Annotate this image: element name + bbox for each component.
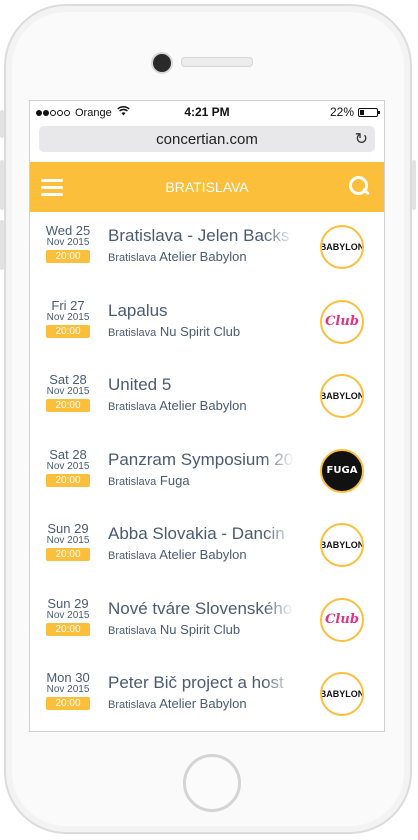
- event-month: Nov 2015: [46, 311, 90, 323]
- text-fade: [264, 299, 294, 339]
- event-time-badge: 20:00: [46, 399, 90, 412]
- venue-logo[interactable]: Club: [320, 597, 364, 642]
- venue-logo-text: Club: [325, 612, 359, 627]
- event-list-item[interactable]: Sat 28 Nov 2015 20:00 Panzram Symposium 20 B…: [30, 436, 384, 511]
- event-day: Sat 28: [49, 446, 87, 462]
- text-fade: [264, 672, 294, 711]
- event-day: Sat 28: [49, 372, 87, 387]
- event-time-badge: 20:00: [46, 250, 90, 263]
- power-button: [412, 160, 416, 210]
- event-city: Bratislava: [108, 550, 157, 562]
- event-venue: Atelier Babylon: [159, 547, 247, 562]
- event-city: Bratislava: [108, 699, 157, 711]
- event-city: Bratislava: [108, 401, 157, 413]
- event-date: Wed 25 Nov 2015 20:00: [45, 224, 91, 263]
- event-day: Fri 27: [51, 297, 85, 313]
- venue-logo-text: Club: [325, 314, 359, 329]
- city-title: BRATISLAVA: [165, 179, 249, 195]
- event-info: Bratislava - Jelen Backs Bratislava Ateli…: [108, 225, 294, 264]
- venue-logo-text: FUGA: [326, 465, 358, 476]
- event-day: Sun 29: [47, 595, 89, 611]
- venue-logo-text: BABYLON: [320, 242, 364, 252]
- text-fade: [264, 225, 294, 264]
- battery-percent: 22%: [329, 105, 354, 119]
- text-fade: [264, 374, 294, 413]
- event-city: Bratislava: [108, 475, 157, 488]
- event-venue: Atelier Babylon: [159, 249, 247, 264]
- volume-down-button: [0, 220, 4, 270]
- event-day: Sun 29: [47, 521, 89, 536]
- event-time-badge: 20:00: [46, 324, 90, 338]
- event-time-badge: 20:00: [46, 622, 90, 636]
- volume-up-button: [0, 160, 4, 210]
- event-date: Sun 29 Nov 2015 20:00: [45, 522, 91, 561]
- event-city: Bratislava: [108, 326, 157, 339]
- event-month: Nov 2015: [46, 609, 90, 621]
- mute-switch: [0, 110, 4, 138]
- reload-icon[interactable]: ↻: [355, 129, 368, 149]
- event-month: Nov 2015: [46, 237, 90, 248]
- event-venue: Nu Spirit Club: [159, 621, 241, 637]
- battery-indicator: 22%: [329, 105, 380, 119]
- venue-logo-text: BABYLON: [320, 540, 364, 550]
- event-list: Wed 25 Nov 2015 20:00 Bratislava - Jelen Ba…: [30, 212, 384, 731]
- venue-logo[interactable]: BABYLON: [320, 523, 364, 567]
- event-date: Fri 27 Nov 2015 20:00: [45, 299, 91, 338]
- event-venue: Atelier Babylon: [159, 696, 247, 711]
- event-info: Nové tváre Slovenského Bratislava Nu Spir…: [108, 597, 294, 637]
- front-camera: [151, 52, 173, 74]
- event-day: Wed 25: [45, 223, 91, 238]
- event-day: Mon 30: [46, 670, 90, 685]
- event-info: Lapalus Bratislava Nu Spirit Club: [108, 299, 294, 339]
- event-month: Nov 2015: [46, 684, 90, 695]
- event-month: Nov 2015: [46, 535, 90, 546]
- event-date: Sat 28 Nov 2015 20:00: [45, 373, 91, 412]
- battery-icon: [358, 107, 380, 117]
- event-info: Abba Slovakia - Dancin Bratislava Atelier…: [108, 523, 294, 562]
- venue-logo[interactable]: Club: [320, 299, 364, 344]
- earpiece-speaker: [181, 57, 253, 67]
- app-header: BRATISLAVA: [30, 162, 384, 212]
- url-text[interactable]: concertian.com: [39, 131, 375, 148]
- event-time-badge: 20:00: [46, 697, 90, 710]
- event-month: Nov 2015: [46, 386, 90, 397]
- phone-screen: Orange 4:21 PM 22% concertian.com ↻ BRAT…: [29, 100, 385, 732]
- event-venue: Fuga: [159, 472, 190, 488]
- event-date: Mon 30 Nov 2015 20:00: [45, 671, 91, 710]
- venue-logo[interactable]: BABYLON: [320, 225, 364, 269]
- event-venue: Nu Spirit Club: [159, 323, 241, 339]
- event-list-item[interactable]: Sun 29 Nov 2015 20:00 Abba Slovakia - Danci…: [30, 510, 384, 585]
- text-fade: [264, 597, 294, 637]
- venue-logo[interactable]: BABYLON: [320, 672, 364, 716]
- venue-logo[interactable]: FUGA: [320, 448, 364, 493]
- text-fade: [264, 523, 294, 562]
- event-list-item[interactable]: Wed 25 Nov 2015 20:00 Bratislava - Jelen Ba…: [30, 212, 384, 287]
- event-time-badge: 20:00: [46, 548, 90, 561]
- event-time-badge: 20:00: [46, 473, 90, 487]
- text-fade: [264, 448, 294, 488]
- event-month: Nov 2015: [46, 460, 90, 472]
- event-venue: Atelier Babylon: [159, 398, 247, 413]
- search-icon[interactable]: [349, 176, 371, 198]
- event-list-item[interactable]: Mon 30 Nov 2015 20:00 Peter Bič project a h…: [30, 659, 384, 731]
- event-info: United 5 Bratislava Atelier Babylon: [108, 374, 294, 413]
- event-list-item[interactable]: Sat 28 Nov 2015 20:00 United 5 Bratislava At…: [30, 361, 384, 436]
- home-button[interactable]: [183, 754, 241, 812]
- status-bar: Orange 4:21 PM 22%: [30, 101, 384, 123]
- event-city: Bratislava: [108, 252, 157, 264]
- event-list-item[interactable]: Fri 27 Nov 2015 20:00 Lapalus Bratislava Nu …: [30, 287, 384, 362]
- event-info: Panzram Symposium 20 Bratislava Fuga: [108, 448, 294, 488]
- address-bar[interactable]: concertian.com ↻: [39, 126, 375, 152]
- event-date: Sat 28 Nov 2015 20:00: [45, 448, 91, 487]
- venue-logo-text: BABYLON: [320, 391, 364, 401]
- event-info: Peter Bič project a host Bratislava Ateli…: [108, 672, 294, 711]
- event-list-item[interactable]: Sun 29 Nov 2015 20:00 Nové tváre Slovenskéh…: [30, 585, 384, 660]
- venue-logo[interactable]: BABYLON: [320, 374, 364, 418]
- event-date: Sun 29 Nov 2015 20:00: [45, 597, 91, 636]
- venue-logo-text: BABYLON: [320, 689, 364, 699]
- event-city: Bratislava: [108, 624, 157, 637]
